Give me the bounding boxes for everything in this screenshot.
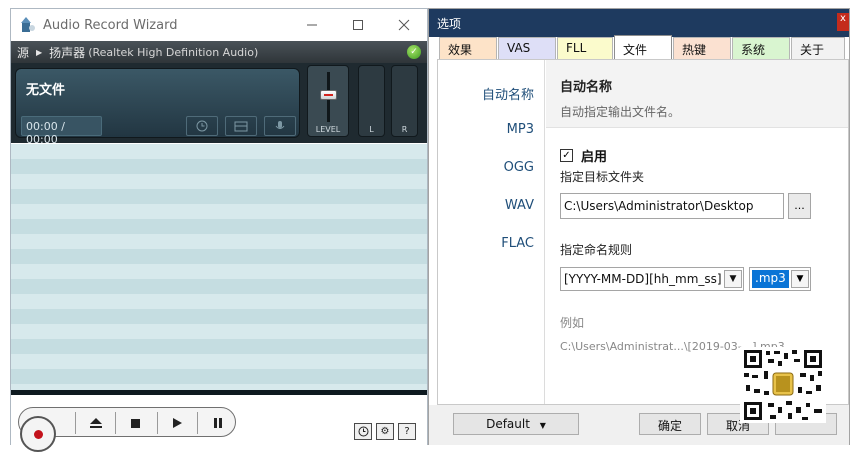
meter-left: L (358, 65, 385, 137)
record-button[interactable] (20, 416, 56, 452)
tab-system[interactable]: 系统 (732, 37, 790, 59)
window-title: Audio Record Wizard (43, 17, 178, 33)
minimize-button[interactable] (289, 9, 335, 41)
microphone-button[interactable] (264, 116, 296, 136)
recording-list[interactable] (11, 144, 427, 392)
timer-button[interactable] (354, 423, 372, 440)
tab-about[interactable]: 关于 (791, 37, 845, 59)
extension-value: .mp3 (752, 270, 789, 288)
triangle-right-icon: ▶ (36, 47, 43, 57)
play-button[interactable] (157, 412, 197, 434)
close-icon (398, 19, 410, 31)
options-title-bar: 选项 x (429, 9, 849, 37)
sidebar-item-mp3[interactable]: MP3 (507, 122, 534, 137)
checkmark-status-icon: ✓ (407, 45, 421, 59)
help-label: ? (404, 426, 410, 437)
pause-button[interactable] (197, 412, 237, 434)
settings-button[interactable]: ⚙ (376, 423, 394, 440)
chevron-down-icon[interactable]: ▼ (724, 270, 742, 288)
close-button[interactable] (381, 9, 427, 41)
sidebar-item-flac[interactable]: FLAC (501, 236, 534, 251)
tab-file[interactable]: 文件 (614, 35, 672, 59)
maximize-icon (353, 20, 363, 30)
microphone-icon (275, 121, 285, 129)
default-label: Default (486, 417, 530, 431)
example-label: 例如 (560, 316, 585, 330)
window-icon (234, 121, 248, 131)
folder-path-field[interactable]: C:\Users\Administrator\Desktop (560, 193, 784, 219)
tab-label: 热键 (682, 43, 707, 57)
sidebar-item-auto-name[interactable]: 自动名称 (482, 84, 534, 103)
schedule-button[interactable] (186, 116, 218, 136)
time-readout: 00:00 / 00:00 (21, 116, 102, 146)
maximize-button[interactable] (335, 9, 381, 41)
display-mode-button[interactable] (225, 116, 257, 136)
help-button[interactable]: ? (398, 423, 416, 440)
tab-label: 关于 (800, 43, 825, 57)
checkbox-checked-icon[interactable]: ✓ (560, 149, 573, 162)
rule-label: 指定命名规则 (560, 243, 633, 257)
sidebar-item-wav[interactable]: WAV (505, 198, 534, 213)
section-title: 自动名称 (560, 80, 613, 95)
file-display: 无文件 00:00 / 00:00 (15, 68, 300, 146)
transport-controls: ⚙ ? (11, 401, 427, 452)
source-selector[interactable]: 源 ▶ 扬声器 (Realtek High Definition Audio) … (11, 41, 427, 63)
stop-icon (131, 418, 140, 428)
enable-checkbox[interactable]: ✓ 启用 (560, 146, 607, 165)
source-device: 扬声器 (49, 45, 86, 60)
options-sidebar: 自动名称 MP3 OGG WAV FLAC (438, 60, 545, 404)
close-icon: x (840, 13, 846, 24)
extension-select[interactable]: .mp3 ▼ (749, 267, 811, 291)
naming-rule-select[interactable]: [YYYY-MM-DD][hh_mm_ss] ▼ (560, 267, 744, 291)
gear-icon: ⚙ (380, 426, 390, 437)
stop-button[interactable] (115, 412, 155, 434)
tab-effects[interactable]: 效果 (439, 37, 497, 59)
options-close-button[interactable]: x (837, 13, 849, 31)
tab-label: VAS (507, 41, 531, 55)
tab-vas[interactable]: VAS (498, 37, 556, 59)
tab-label: 效果 (448, 43, 473, 57)
options-tabs: 效果 VAS FLL 文件 热键 系统 关于 (439, 35, 846, 59)
app-icon (21, 17, 35, 32)
default-dropdown-button[interactable]: Default ▼ (453, 413, 579, 435)
level-label: LEVEL (315, 125, 341, 134)
play-icon (173, 418, 182, 428)
record-dot-icon (34, 430, 43, 439)
tab-label: 文件 (623, 43, 648, 57)
naming-rule-value: [YYYY-MM-DD][hh_mm_ss] (564, 272, 722, 286)
eject-icon (89, 418, 102, 428)
level-thumb[interactable] (320, 90, 337, 100)
progress-bar[interactable] (11, 390, 427, 395)
meter-right-label: R (401, 125, 408, 134)
eject-button[interactable] (75, 412, 115, 434)
recorder-panel: 无文件 00:00 / 00:00 LEVEL L R (11, 63, 427, 146)
options-title: 选项 (437, 17, 462, 31)
folder-label: 指定目标文件夹 (560, 170, 645, 184)
clock-icon (358, 426, 368, 437)
source-device-detail: (Realtek High Definition Audio) (88, 45, 259, 59)
enable-label: 启用 (581, 150, 608, 165)
caret-down-icon: ▼ (539, 421, 546, 430)
tab-hotkeys[interactable]: 热键 (673, 37, 731, 59)
qr-code-image (740, 347, 826, 423)
chevron-down-icon[interactable]: ▼ (791, 270, 809, 288)
file-label: 无文件 (26, 83, 66, 98)
audio-record-wizard-window: Audio Record Wizard 源 ▶ 扬声器 (Realtek Hig… (10, 8, 428, 452)
minimize-icon (307, 24, 317, 26)
tab-label: FLL (566, 41, 587, 55)
title-bar: Audio Record Wizard (11, 9, 427, 41)
section-description: 自动指定输出文件名。 (560, 105, 681, 119)
clock-icon (196, 120, 208, 132)
tab-fll[interactable]: FLL (557, 37, 613, 59)
sidebar-item-ogg[interactable]: OGG (504, 160, 534, 175)
meter-left-label: L (369, 125, 374, 134)
ok-button[interactable]: 确定 (639, 413, 701, 435)
pause-icon (213, 418, 222, 428)
source-label: 源 (17, 45, 30, 60)
browse-button[interactable]: ... (788, 193, 811, 219)
section-header: 自动名称 自动指定输出文件名。 (546, 60, 848, 128)
tab-label: 系统 (741, 43, 766, 57)
meter-right: R (391, 65, 418, 137)
level-slider[interactable]: LEVEL (307, 65, 349, 137)
